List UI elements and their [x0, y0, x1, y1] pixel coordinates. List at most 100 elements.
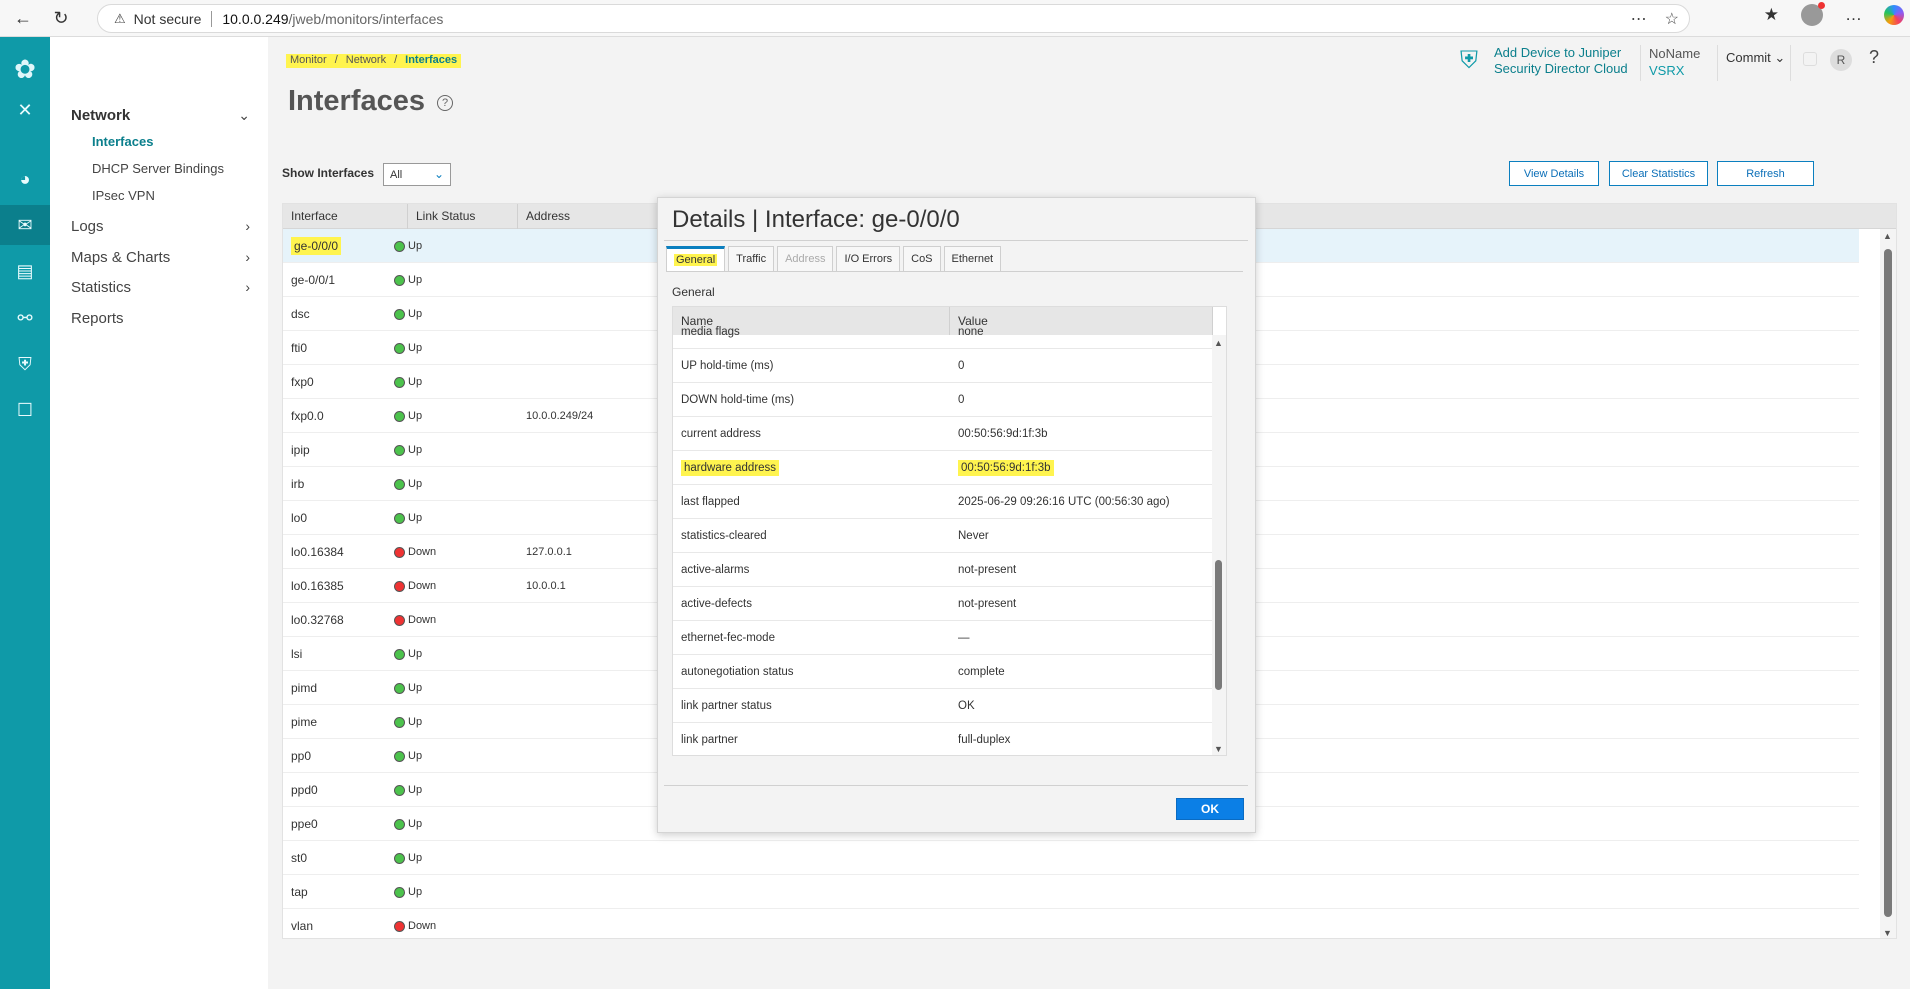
- interface-name[interactable]: lo0.32768: [291, 603, 344, 637]
- table-row[interactable]: st0 Up: [283, 841, 1859, 875]
- commit-menu[interactable]: Commit ⌄: [1726, 50, 1785, 66]
- chevron-right-icon[interactable]: ›: [245, 249, 250, 265]
- interface-name-text[interactable]: fxp0.0: [291, 409, 324, 423]
- show-interfaces-value[interactable]: All: [390, 169, 402, 181]
- interface-name-text[interactable]: lo0: [291, 511, 307, 525]
- interface-name[interactable]: lo0.16385: [291, 569, 344, 603]
- dashboard-icon[interactable]: ◕: [0, 159, 50, 199]
- interface-name[interactable]: irb: [291, 467, 304, 501]
- tab-ethernet[interactable]: Ethernet: [943, 246, 1002, 272]
- interface-name[interactable]: pime: [291, 705, 317, 739]
- interface-name-text[interactable]: ppd0: [291, 783, 318, 797]
- breadcrumb-monitor[interactable]: Monitor: [290, 54, 327, 68]
- close-menu-icon[interactable]: ✕: [0, 90, 50, 130]
- add-device-jsdc-link[interactable]: ⛨ Add Device to Juniper Security Directo…: [1460, 45, 1628, 77]
- table-row[interactable]: tap Up: [283, 875, 1859, 909]
- table-scrollbar[interactable]: ▲ ▼: [1880, 229, 1896, 938]
- interface-name-text[interactable]: fxp0: [291, 375, 314, 389]
- interface-name-text[interactable]: pp0: [291, 749, 311, 763]
- notification-icon[interactable]: [1803, 52, 1817, 66]
- network-share-icon[interactable]: ⚯: [0, 298, 50, 338]
- breadcrumb-network[interactable]: Network: [346, 54, 386, 68]
- profile-avatar-icon[interactable]: [1801, 2, 1825, 26]
- tab-traffic[interactable]: Traffic: [728, 246, 775, 272]
- refresh-button[interactable]: Refresh: [1717, 161, 1814, 186]
- interface-name-text[interactable]: pime: [291, 715, 317, 729]
- help-icon[interactable]: ?: [1869, 47, 1879, 68]
- back-arrow-icon[interactable]: ←: [8, 3, 38, 33]
- interface-name-text[interactable]: irb: [291, 477, 304, 491]
- show-interfaces-select[interactable]: All ⌄: [383, 163, 451, 186]
- interface-name[interactable]: fxp0: [291, 365, 314, 399]
- details-scrollbar[interactable]: ▲ ▼: [1212, 335, 1226, 755]
- nav-reports[interactable]: Reports: [71, 310, 124, 327]
- interface-name-text[interactable]: lsi: [291, 647, 302, 661]
- nav-maps-charts[interactable]: Maps & Charts: [71, 249, 170, 266]
- ok-button[interactable]: OK: [1176, 798, 1244, 820]
- tab-io-errors[interactable]: I/O Errors: [836, 246, 901, 272]
- interface-name-text[interactable]: ppe0: [291, 817, 318, 831]
- interface-name-text[interactable]: vlan: [291, 919, 313, 933]
- reading-mode-icon[interactable]: ⋯: [1631, 9, 1647, 29]
- scrollbar-thumb[interactable]: [1215, 560, 1222, 690]
- lock-icon[interactable]: ☐: [0, 390, 50, 430]
- chevron-down-icon[interactable]: ⌄: [238, 107, 250, 124]
- scroll-down-icon[interactable]: ▼: [1883, 928, 1892, 938]
- clear-statistics-button[interactable]: Clear Statistics: [1609, 161, 1708, 186]
- favorites-list-icon[interactable]: ★: [1764, 5, 1779, 25]
- nav-logs[interactable]: Logs: [71, 218, 104, 235]
- interface-name[interactable]: ppd0: [291, 773, 318, 807]
- interface-name[interactable]: fxp0.0: [291, 399, 324, 433]
- table-row[interactable]: vlan Down: [283, 909, 1859, 938]
- interface-name[interactable]: lo0: [291, 501, 307, 535]
- column-header-link-status[interactable]: Link Status: [408, 204, 518, 229]
- interface-name[interactable]: st0: [291, 841, 307, 875]
- interface-name[interactable]: ge-0/0/1: [291, 263, 335, 297]
- interface-name-text[interactable]: st0: [291, 851, 307, 865]
- chevron-right-icon[interactable]: ›: [245, 218, 250, 234]
- interface-name[interactable]: pp0: [291, 739, 311, 773]
- scrollbar-thumb[interactable]: [1884, 249, 1892, 917]
- scroll-down-icon[interactable]: ▼: [1214, 744, 1223, 754]
- interface-name[interactable]: pimd: [291, 671, 317, 705]
- warning-triangle-icon[interactable]: ⚠: [114, 11, 126, 27]
- interface-name-text[interactable]: ge-0/0/0: [291, 237, 342, 255]
- jsdc-line1[interactable]: Add Device to Juniper: [1494, 45, 1628, 61]
- interface-name[interactable]: ge-0/0/0: [291, 229, 342, 263]
- nav-network-label[interactable]: Network: [71, 107, 130, 124]
- interface-name-text[interactable]: dsc: [291, 307, 310, 321]
- address-bar[interactable]: ⚠ Not secure 10.0.0.249/jweb/monitors/in…: [97, 4, 1690, 33]
- user-avatar[interactable]: R: [1830, 49, 1852, 71]
- chevron-down-icon[interactable]: ⌄: [1774, 50, 1785, 65]
- interface-name[interactable]: tap: [291, 875, 308, 909]
- device-icon[interactable]: ▤: [0, 251, 50, 291]
- reload-icon[interactable]: ↻: [46, 3, 76, 33]
- help-circle-icon[interactable]: ?: [437, 95, 453, 111]
- scroll-up-icon[interactable]: ▲: [1214, 338, 1223, 348]
- interface-name-text[interactable]: fti0: [291, 341, 307, 355]
- interface-name-text[interactable]: ge-0/0/1: [291, 273, 335, 287]
- tab-cos[interactable]: CoS: [903, 246, 941, 272]
- copilot-icon[interactable]: [1884, 5, 1904, 25]
- interface-name[interactable]: ppe0: [291, 807, 318, 841]
- interface-name[interactable]: vlan: [291, 909, 313, 938]
- chevron-down-icon[interactable]: ⌄: [434, 167, 444, 181]
- scroll-up-icon[interactable]: ▲: [1883, 231, 1892, 241]
- interface-name[interactable]: dsc: [291, 297, 310, 331]
- more-menu-icon[interactable]: …: [1845, 5, 1862, 25]
- monitor-icon[interactable]: ✉: [0, 205, 50, 245]
- interface-name[interactable]: fti0: [291, 331, 307, 365]
- interface-name-text[interactable]: pimd: [291, 681, 317, 695]
- interface-name-text[interactable]: tap: [291, 885, 308, 899]
- interface-name-text[interactable]: ipip: [291, 443, 310, 457]
- nav-item-interfaces[interactable]: Interfaces: [92, 134, 153, 149]
- interface-name-text[interactable]: lo0.32768: [291, 613, 344, 627]
- security-shield-icon[interactable]: ⛨: [0, 344, 50, 384]
- security-label[interactable]: Not secure: [134, 11, 202, 27]
- favorite-star-icon[interactable]: ☆: [1665, 9, 1679, 29]
- interface-name-text[interactable]: lo0.16385: [291, 579, 344, 593]
- interface-name[interactable]: lsi: [291, 637, 302, 671]
- nav-item-dhcp-server-bindings[interactable]: DHCP Server Bindings: [92, 161, 224, 176]
- tab-general[interactable]: General: [666, 246, 726, 272]
- column-header-interface[interactable]: Interface: [283, 204, 408, 229]
